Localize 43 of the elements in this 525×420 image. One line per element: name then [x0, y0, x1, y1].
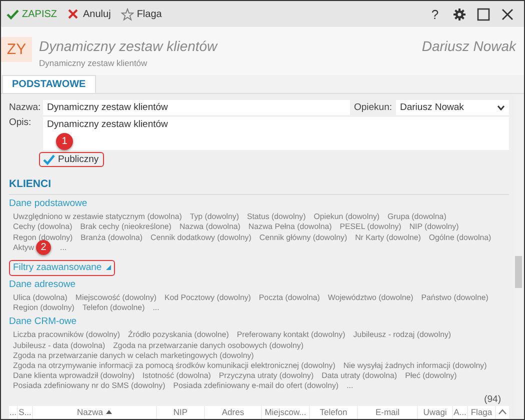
scrollbar-thumb[interactable] [515, 256, 522, 288]
column-header[interactable]: Miejscow... [262, 406, 310, 419]
callout-badge: 2 [36, 240, 52, 255]
column-header[interactable]: Uwagi [418, 406, 453, 419]
name-field[interactable]: Dynamiczny zestaw klientów [43, 100, 350, 116]
group-title[interactable]: Dane CRM-owe [9, 316, 509, 328]
column-header[interactable]: ... [9, 406, 18, 419]
group-title[interactable]: Dane podstawowe [9, 198, 509, 210]
flag-button[interactable]: Flaga [120, 8, 162, 20]
group-title[interactable]: Dane adresowe [9, 278, 509, 291]
field-label: Nazwa: [9, 102, 39, 114]
save-button[interactable]: ZAPISZ [6, 8, 58, 20]
check-icon[interactable] [6, 8, 19, 20]
section-title: KLIENCI [9, 178, 509, 196]
help-button[interactable]: ? [424, 5, 446, 23]
column-header[interactable]: Telefon [310, 406, 358, 419]
column-header[interactable]: Flaga [468, 406, 496, 419]
chevron-up-icon[interactable] [498, 409, 507, 416]
settings-icon[interactable] [452, 8, 466, 20]
column-header[interactable]: A... [453, 406, 468, 419]
maximize-icon[interactable] [476, 8, 490, 20]
column-header[interactable]: S... [18, 406, 33, 419]
owner-select[interactable]: Dariusz Nowak [396, 100, 509, 116]
avatar: ZY [1, 37, 32, 62]
advanced-filters-link[interactable]: Filtry zaawansowane [9, 260, 115, 276]
column-header[interactable]: E-mail [358, 406, 418, 419]
owner-name: Dariusz Nowak [422, 37, 518, 55]
result-count: (94) [484, 394, 501, 405]
record-title: Dynamiczny zestaw klientów [39, 37, 219, 55]
close-icon[interactable] [500, 8, 514, 20]
record-subtitle: Dynamiczny zestaw klientów [39, 58, 148, 68]
field-label: Opis: [9, 117, 32, 130]
cancel-button[interactable]: Anuluj [67, 8, 111, 20]
sort-up-icon[interactable] [106, 410, 112, 414]
column-header[interactable]: Nazwa [33, 406, 157, 419]
star-icon[interactable] [120, 8, 134, 20]
column-header[interactable]: NIP [157, 406, 205, 419]
chevron-down-icon [497, 104, 505, 111]
field-label: Opiekun: [354, 102, 392, 114]
tab[interactable]: PODSTAWOWE [2, 75, 96, 93]
column-header[interactable]: Adres [205, 406, 262, 419]
check-icon [43, 154, 55, 166]
corner-triangle-icon [106, 265, 111, 270]
